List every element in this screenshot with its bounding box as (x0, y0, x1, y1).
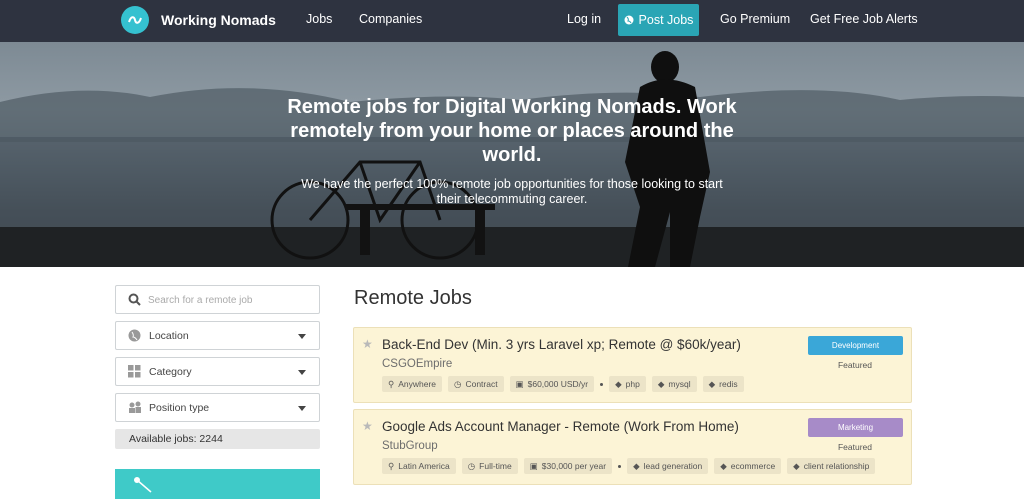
promo-banner[interactable] (115, 469, 320, 499)
skill-text: redis (719, 379, 738, 389)
salary-tag[interactable]: ▣ $60,000 USD/yr (509, 376, 595, 392)
separator-dot (618, 464, 622, 468)
chevron-down-icon (298, 370, 306, 375)
star-icon[interactable]: ★ (362, 419, 373, 433)
go-premium-link[interactable]: Go Premium (720, 12, 790, 26)
salary-text: $60,000 USD/yr (527, 379, 589, 389)
company-name[interactable]: StubGroup (382, 440, 438, 452)
brand-name[interactable]: Working Nomads (161, 12, 276, 28)
job-type-tag[interactable]: ◷ Full-time (461, 458, 518, 474)
salary-text: $30,000 per year (541, 461, 607, 471)
grid-icon (128, 365, 141, 378)
location-tag[interactable]: ⚲ Latin America (382, 458, 456, 474)
job-tags: ⚲ Anywhere ◷ Contract ▣ $60,000 USD/yr ◆ php… (382, 376, 744, 392)
category-badge[interactable]: Development (808, 336, 903, 355)
skill-text: lead generation (643, 461, 703, 471)
skill-tag[interactable]: ◆ client relationship (787, 458, 876, 474)
separator-dot (600, 382, 604, 386)
category-label: Category (149, 366, 192, 378)
chevron-down-icon (298, 334, 306, 339)
tag-icon: ◆ (633, 460, 640, 471)
available-jobs-count: Available jobs: 2244 (115, 429, 320, 449)
clock-icon: ◷ (454, 378, 462, 389)
people-icon (129, 401, 141, 413)
skill-tag[interactable]: ◆ mysql (651, 376, 697, 392)
search-field[interactable] (115, 285, 320, 314)
featured-label: Featured (837, 442, 872, 452)
job-alerts-link[interactable]: Get Free Job Alerts (810, 12, 918, 26)
featured-label: Featured (837, 360, 872, 370)
skill-text: php (625, 379, 640, 389)
skill-tag[interactable]: ◆ ecommerce (714, 458, 782, 474)
nav-companies-link[interactable]: Companies (359, 12, 422, 26)
hero-subtitle: We have the perfect 100% remote job oppo… (301, 177, 723, 206)
post-jobs-label: Post Jobs (638, 13, 694, 27)
hero-title: Remote jobs for Digital Working Nomads. … (287, 96, 737, 166)
job-tags: ⚲ Latin America ◷ Full-time ▣ $30,000 per y… (382, 458, 876, 474)
job-card[interactable]: ★ Back-End Dev (Min. 3 yrs Laravel xp; R… (353, 327, 912, 403)
position-type-select[interactable]: Position type (115, 393, 320, 422)
tag-icon: ◆ (720, 460, 727, 471)
job-card[interactable]: ★ Google Ads Account Manager - Remote (W… (353, 409, 912, 485)
location-text: Anywhere (398, 379, 437, 389)
location-text: Latin America (398, 461, 450, 471)
logo-icon[interactable] (121, 6, 149, 34)
post-jobs-button[interactable]: Post Jobs (618, 4, 699, 36)
globe-icon (624, 15, 634, 25)
job-type-text: Contract (465, 379, 498, 389)
skill-text: mysql (668, 379, 691, 389)
search-icon (128, 293, 141, 306)
map-pin-icon: ⚲ (388, 460, 395, 471)
globe-icon (128, 329, 141, 342)
map-pin-icon: ⚲ (388, 378, 395, 389)
location-tag[interactable]: ⚲ Anywhere (382, 376, 443, 392)
top-navbar: Working Nomads Jobs Companies Log in Pos… (0, 0, 1024, 42)
nav-jobs-link[interactable]: Jobs (306, 12, 332, 26)
chevron-down-icon (298, 406, 306, 411)
job-title[interactable]: Google Ads Account Manager - Remote (Wor… (382, 419, 739, 434)
tag-icon: ◆ (793, 460, 800, 471)
job-type-text: Full-time (479, 461, 512, 471)
skill-text: ecommerce (730, 461, 776, 471)
location-label: Location (149, 330, 189, 342)
hero-banner: Remote jobs for Digital Working Nomads. … (0, 42, 1024, 267)
salary-tag[interactable]: ▣ $30,000 per year (523, 458, 613, 474)
page-title: Remote Jobs (354, 287, 472, 309)
tag-icon: ◆ (708, 378, 716, 389)
position-type-label: Position type (149, 402, 210, 414)
company-name[interactable]: CSGOEmpire (382, 358, 452, 370)
login-link[interactable]: Log in (567, 12, 601, 26)
star-icon[interactable]: ★ (362, 337, 373, 351)
money-icon: ▣ (529, 460, 538, 471)
tag-icon: ◆ (615, 378, 622, 389)
skill-tag[interactable]: ◆ lead generation (627, 458, 709, 474)
skill-tag[interactable]: ◆ php (609, 376, 646, 392)
clock-icon: ◷ (467, 460, 476, 471)
money-icon: ▣ (515, 378, 524, 389)
sparkle-icon (134, 477, 152, 493)
skill-tag[interactable]: ◆ redis (702, 376, 744, 392)
category-select[interactable]: Category (115, 357, 320, 386)
search-input[interactable] (148, 291, 308, 309)
category-badge[interactable]: Marketing (808, 418, 903, 437)
location-select[interactable]: Location (115, 321, 320, 350)
job-type-tag[interactable]: ◷ Contract (448, 376, 504, 392)
job-title[interactable]: Back-End Dev (Min. 3 yrs Laravel xp; Rem… (382, 337, 741, 352)
tag-icon: ◆ (657, 378, 665, 389)
skill-text: client relationship (803, 461, 870, 471)
